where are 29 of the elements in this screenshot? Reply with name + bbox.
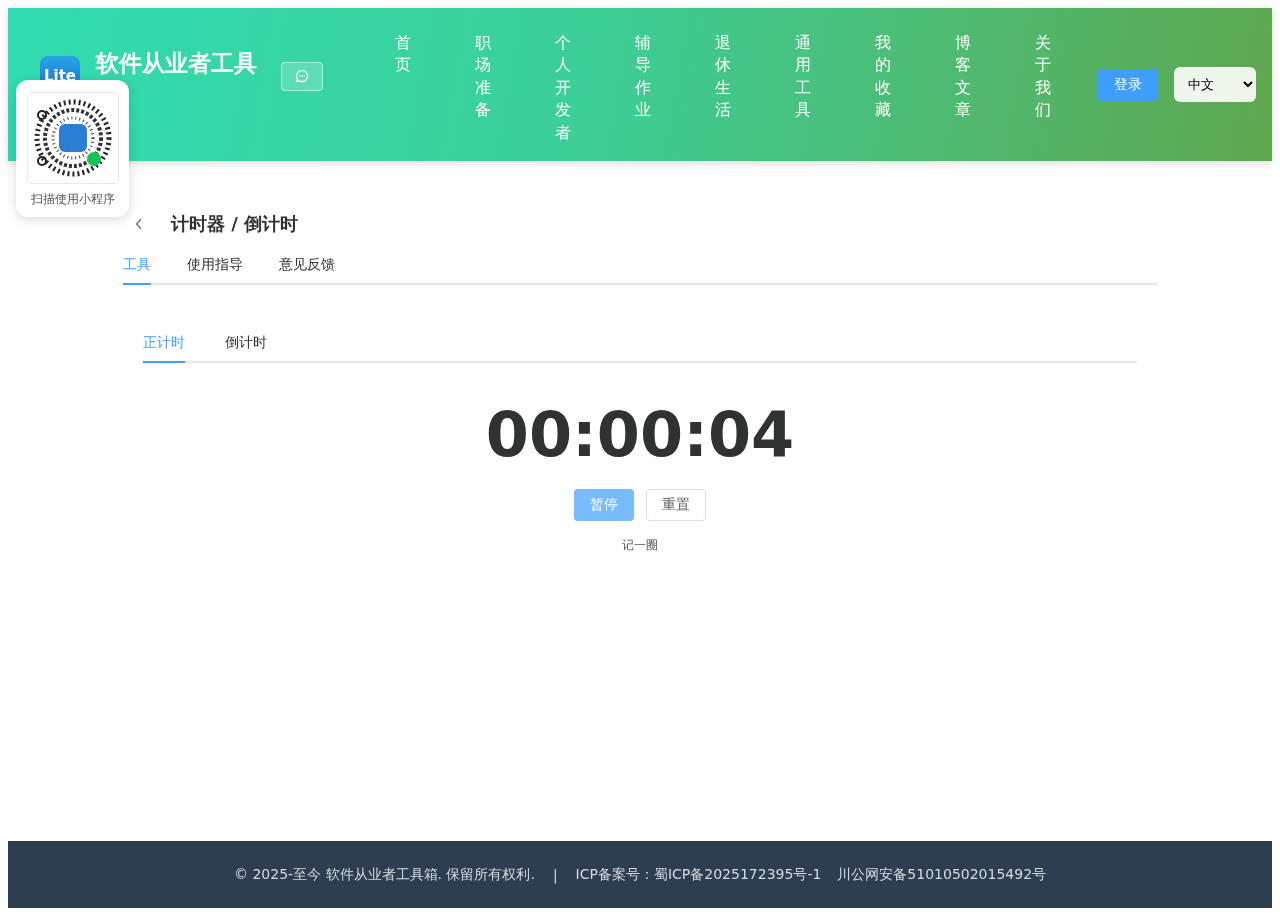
back-icon[interactable] [135,218,143,230]
police-link[interactable]: 川公网安备51010502015492号 [837,865,1047,884]
nav-link[interactable]: 个人开发者 [555,32,571,144]
nav-link[interactable]: 职场准备 [475,32,491,144]
site-title: 软件从业者工具 [96,48,257,78]
nav-link[interactable]: 博客文章 [955,32,971,144]
nav-link[interactable]: 辅导作业 [635,32,651,144]
pause-button[interactable]: 暂停 [574,489,634,521]
nav-link[interactable]: 通用工具 [795,32,811,144]
tab[interactable]: 意见反馈 [279,245,335,285]
tab[interactable]: 工具 [123,245,151,285]
lap-button[interactable]: 记一圈 [620,535,660,556]
mode-tab[interactable]: 倒计时 [225,323,267,363]
nav-link[interactable]: 我的收藏 [875,32,891,144]
icp-link[interactable]: ICP备案号：蜀ICP备2025172395号-1 [575,865,822,884]
tab[interactable]: 使用指导 [187,245,243,285]
nav-link[interactable]: 退休生活 [715,32,731,144]
chat-icon [295,69,309,83]
separator: | [552,866,558,883]
login-button[interactable]: 登录 [1097,69,1158,101]
qr-caption: 扫描使用小程序 [30,191,115,208]
copyright-text: © 2025-至今 软件从业者工具箱. 保留所有权利. [233,865,535,884]
language-select[interactable]: 中文 [1174,67,1256,102]
mode-tab[interactable]: 正计时 [143,323,185,363]
timer-display: 00:00:04 [485,397,795,473]
page-title: 计时器 / 倒计时 [171,212,299,236]
reset-button[interactable]: 重置 [646,489,706,521]
nav-link[interactable]: 关于我们 [1035,32,1051,144]
nav-link[interactable]: 首页 [395,32,411,144]
